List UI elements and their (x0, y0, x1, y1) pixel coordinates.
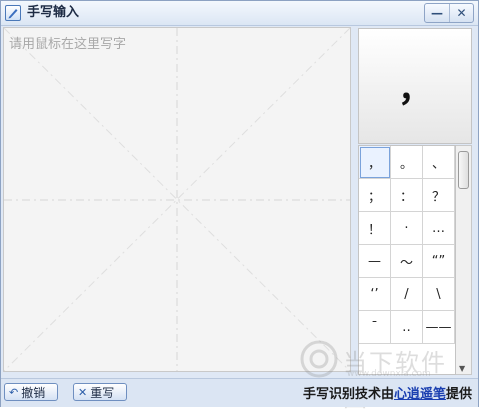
canvas-guide-lines (4, 28, 350, 371)
candidate-cell[interactable]: ‘’ (359, 278, 391, 311)
scroll-thumb[interactable] (458, 151, 469, 189)
undo-button[interactable]: ↶ 撤销 (4, 383, 58, 401)
minimize-button[interactable]: — (425, 4, 449, 22)
candidate-cell[interactable]: — (359, 245, 391, 278)
bottom-toolbar: ↶ 撤销 ✕ 重写 手写识别技术由心逍遥笔提供 (1, 378, 478, 407)
candidate-cell[interactable]: ， (359, 146, 391, 179)
rewrite-label: 重写 (90, 385, 115, 400)
credits-text: 手写识别技术由心逍遥笔提供 (303, 383, 472, 402)
pen-app-icon (5, 5, 21, 21)
undo-label: 撤销 (21, 385, 46, 400)
candidate-cell[interactable]: ？ (423, 179, 455, 212)
recognized-char-preview: ， (358, 28, 472, 144)
writing-canvas[interactable]: 请用鼠标在这里写字 (3, 27, 351, 372)
candidate-cell[interactable]: 、 (423, 146, 455, 179)
window-title: 手写输入 (27, 5, 80, 20)
candidate-cell[interactable]: ‥ (391, 311, 423, 344)
handwriting-window: 手写输入 — ✕ 请用鼠标在这里写字 ， ， 。 、 ； ： ？ ！ · … —… (0, 0, 479, 412)
credits-link[interactable]: 心逍遥笔 (394, 387, 446, 402)
candidate-cell[interactable]: · (391, 212, 423, 245)
candidate-cell[interactable]: / (391, 278, 423, 311)
candidate-cell[interactable]: ～ (391, 245, 423, 278)
candidate-cell[interactable]: ¯ (359, 311, 391, 344)
candidate-cell[interactable]: … (423, 212, 455, 245)
credits-prefix: 手写识别技术由 (302, 387, 394, 402)
scroll-down-icon[interactable]: ▼ (459, 364, 465, 373)
canvas-hint: 请用鼠标在这里写字 (9, 37, 127, 52)
close-button[interactable]: ✕ (449, 4, 473, 22)
candidate-cell[interactable]: \ (423, 278, 455, 311)
candidate-scrollbar[interactable]: ▼ (456, 145, 472, 375)
rewrite-button[interactable]: ✕ 重写 (73, 383, 127, 401)
candidate-cell[interactable]: 。 (391, 146, 423, 179)
clear-icon: ✕ (78, 385, 88, 399)
candidate-grid: ， 。 、 ； ： ？ ！ · … — ～ “” ‘’ / \ ¯ ‥ —— (358, 145, 456, 375)
credits-suffix: 提供 (445, 387, 472, 402)
undo-icon: ↶ (9, 385, 19, 399)
candidate-cell[interactable]: ！ (359, 212, 391, 245)
candidate-cell[interactable]: —— (423, 311, 455, 344)
title-bar[interactable]: 手写输入 — ✕ (1, 1, 478, 26)
candidate-cell[interactable]: “” (423, 245, 455, 278)
window-controls: — ✕ (424, 3, 474, 23)
candidate-cell[interactable]: ： (391, 179, 423, 212)
candidate-cell[interactable]: ； (359, 179, 391, 212)
